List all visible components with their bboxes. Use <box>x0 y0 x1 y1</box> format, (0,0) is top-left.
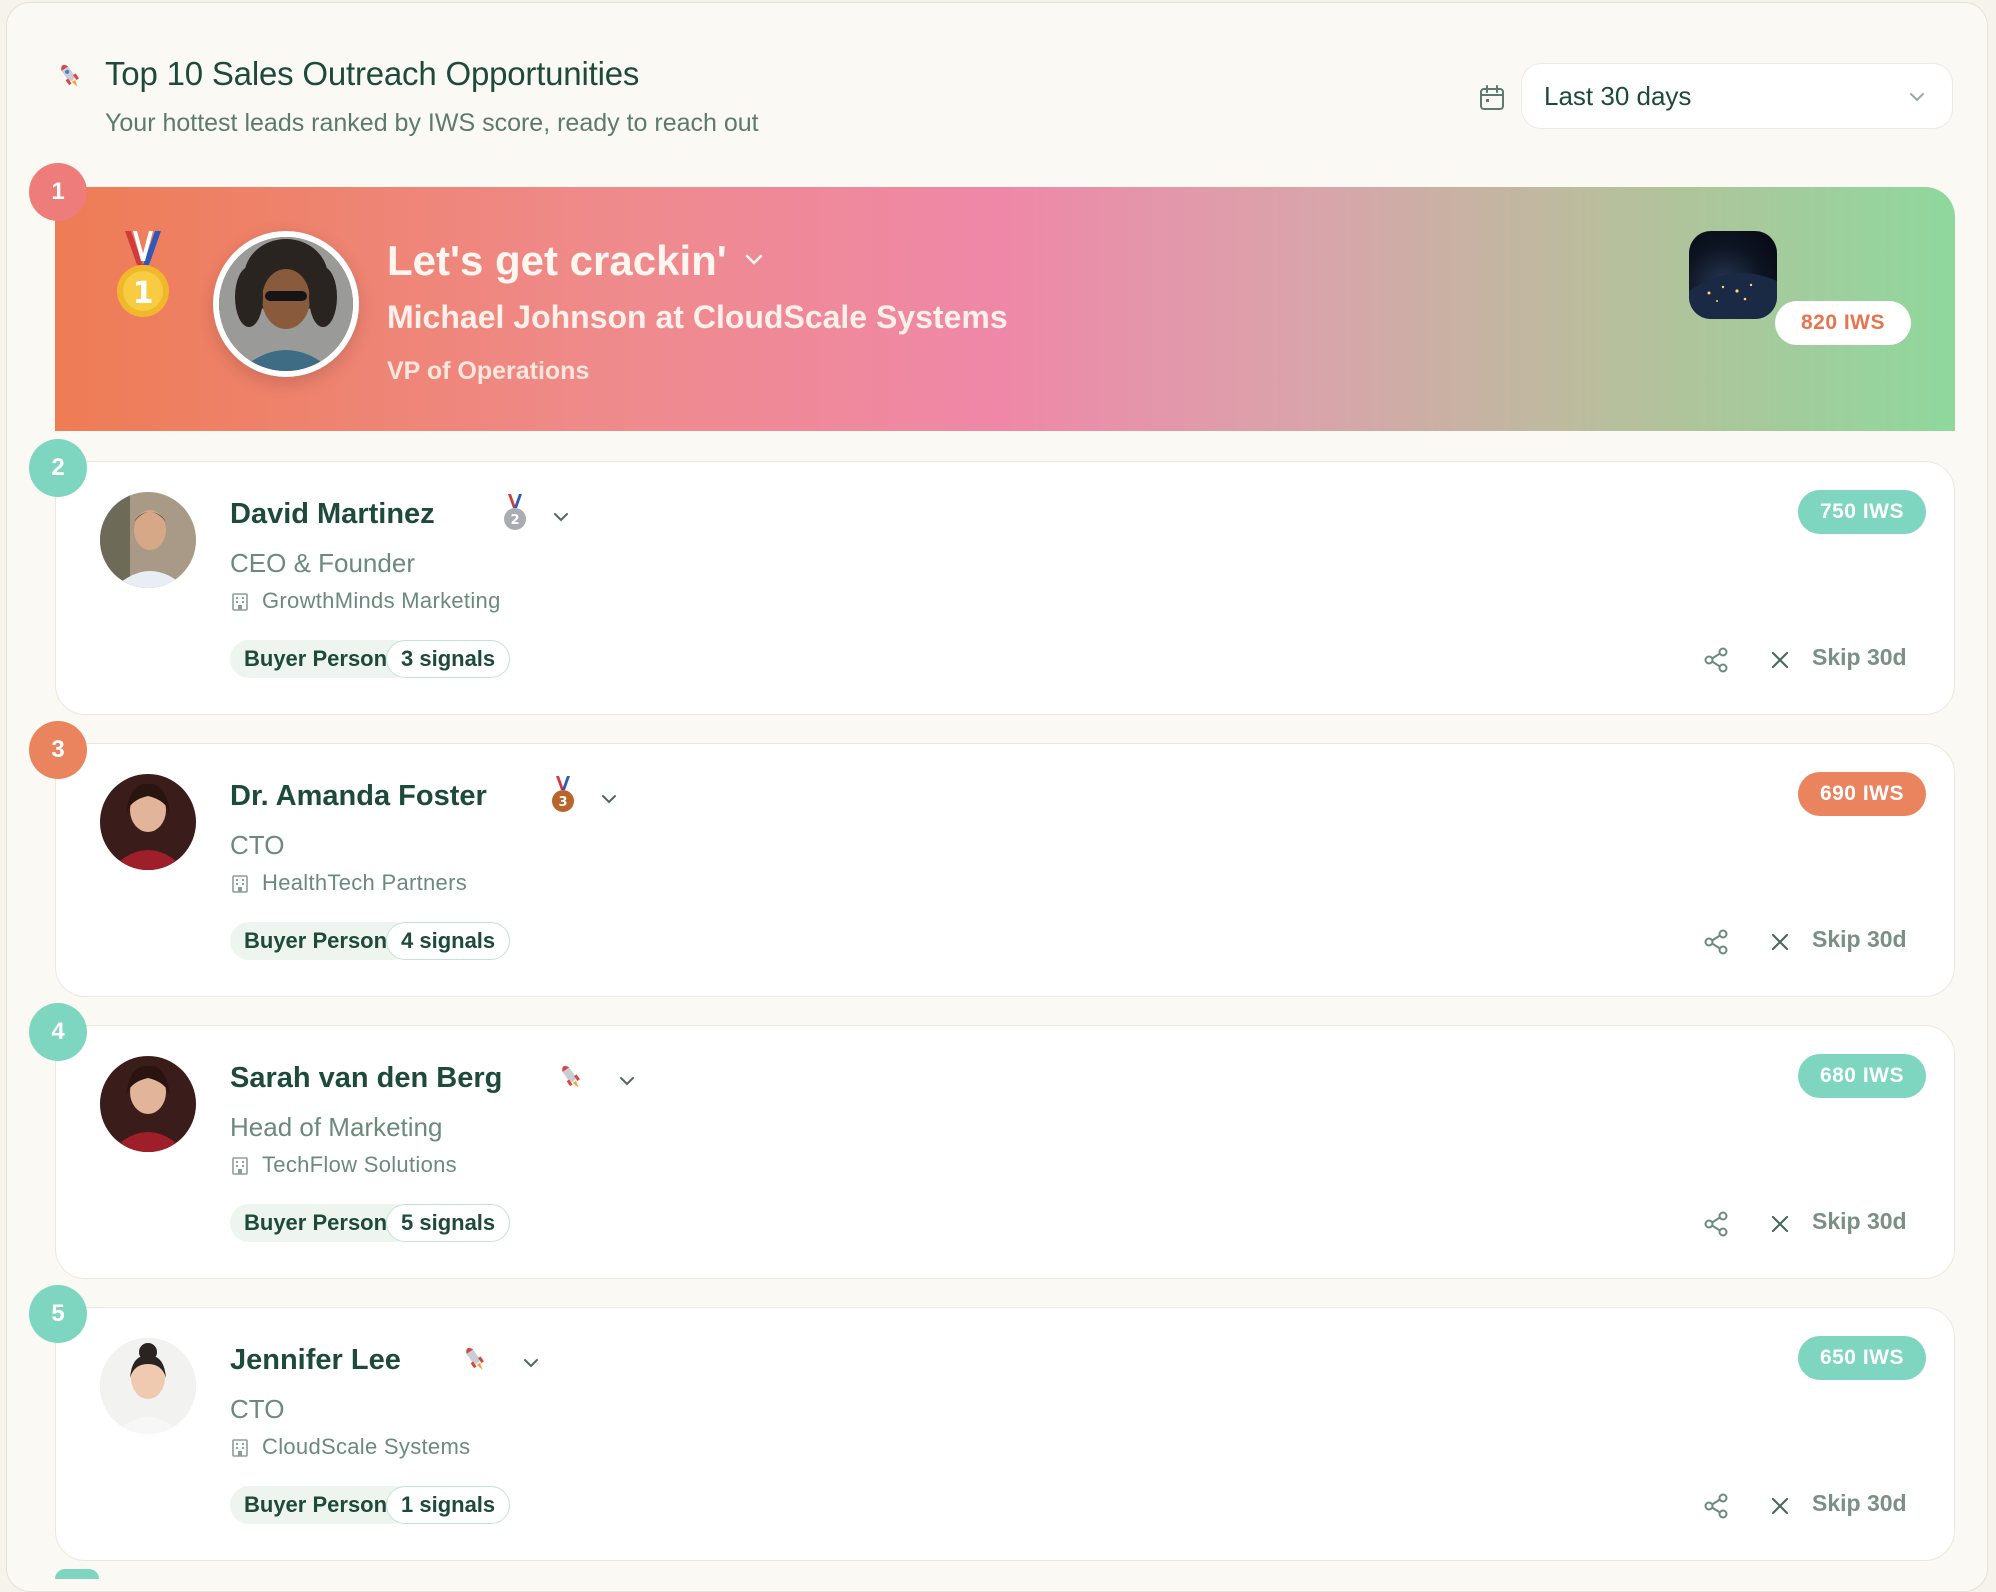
building-icon <box>232 593 248 611</box>
share-icon[interactable] <box>1702 1492 1730 1520</box>
lead-role: CTO <box>230 830 285 860</box>
lead-card[interactable]: Dr. Amanda Foster 3 CTO HealthTech Partn… <box>55 743 1955 997</box>
date-range-value: Last 30 days <box>1544 80 1692 111</box>
rocket-icon <box>60 64 79 87</box>
silver-medal-icon: 2 <box>504 494 526 530</box>
rank-badge: 2 <box>29 439 87 497</box>
lead-name: Sarah van den Berg <box>230 1062 503 1094</box>
lead-card[interactable]: Jennifer Lee CTO CloudScale Systems Buye… <box>55 1307 1955 1561</box>
skip-30d-button[interactable]: Skip 30d <box>1812 926 1907 953</box>
rank-badge: 1 <box>29 163 87 221</box>
iws-score-badge: 680 IWS <box>1797 1054 1926 1098</box>
rank-badge: 5 <box>29 1285 87 1343</box>
lead-company: HealthTech Partners <box>262 870 468 895</box>
top-lead-card[interactable]: 1 Let's get crackin' Michael Johnson at … <box>55 187 1955 431</box>
svg-text:3: 3 <box>558 795 567 810</box>
signals-tag[interactable]: 3 signals <box>386 640 511 678</box>
rank-badge-partial <box>55 1569 99 1579</box>
lead-company: GrowthMinds Marketing <box>262 588 501 613</box>
chevron-down-icon[interactable] <box>520 1352 542 1374</box>
rocket-icon <box>561 1065 580 1088</box>
calendar-icon <box>1480 85 1504 110</box>
lead-name: Dr. Amanda Foster <box>230 780 487 812</box>
skip-30d-button[interactable]: Skip 30d <box>1812 644 1907 671</box>
lead-card[interactable]: Sarah van den Berg Head of Marketing Tec… <box>55 1025 1955 1279</box>
svg-text:1: 1 <box>133 276 154 311</box>
signals-tag[interactable]: 5 signals <box>386 1204 511 1242</box>
avatar <box>100 774 196 870</box>
hero-contact-company: Michael Johnson at CloudScale Systems <box>387 299 1008 335</box>
close-icon[interactable] <box>1768 1494 1792 1518</box>
lead-name: Jennifer Lee <box>230 1344 401 1376</box>
chevron-down-icon[interactable] <box>616 1070 638 1092</box>
svg-text:2: 2 <box>510 513 519 528</box>
lead-name: David Martinez <box>230 498 435 530</box>
close-icon[interactable] <box>1768 1212 1792 1236</box>
signals-tag[interactable]: 1 signals <box>386 1486 511 1524</box>
main-panel: Top 10 Sales Outreach Opportunities Your… <box>6 2 1988 1592</box>
rocket-icon <box>465 1347 484 1370</box>
building-icon <box>232 875 248 893</box>
iws-score-badge: 690 IWS <box>1797 772 1926 816</box>
bronze-medal-icon: 3 <box>552 776 574 812</box>
avatar <box>100 492 196 588</box>
hero-role: VP of Operations <box>387 357 590 385</box>
close-icon[interactable] <box>1768 648 1792 672</box>
skip-30d-button[interactable]: Skip 30d <box>1812 1490 1907 1517</box>
skip-30d-button[interactable]: Skip 30d <box>1812 1208 1907 1235</box>
share-icon[interactable] <box>1702 1210 1730 1238</box>
lead-role: Head of Marketing <box>230 1112 443 1142</box>
avatar <box>100 1338 196 1434</box>
share-icon[interactable] <box>1702 928 1730 956</box>
chevron-down-icon[interactable] <box>550 506 572 528</box>
iws-score-badge: 750 IWS <box>1797 490 1926 534</box>
building-icon <box>232 1157 248 1175</box>
iws-score-badge: 820 IWS <box>1775 301 1911 345</box>
chevron-down-icon[interactable] <box>598 788 620 810</box>
lead-company: CloudScale Systems <box>262 1434 471 1459</box>
rank-badge: 3 <box>29 721 87 779</box>
rank-badge: 4 <box>29 1003 87 1061</box>
close-icon[interactable] <box>1768 930 1792 954</box>
hero-title: Let's get crackin' <box>387 237 727 284</box>
signals-tag[interactable]: 4 signals <box>386 922 511 960</box>
lead-card[interactable]: David Martinez 2 CEO & Founder GrowthMin… <box>55 461 1955 715</box>
avatar <box>100 1056 196 1152</box>
iws-score-badge: 650 IWS <box>1797 1336 1926 1380</box>
company-logo <box>1689 231 1777 319</box>
lead-role: CTO <box>230 1394 285 1424</box>
page-subtitle: Your hottest leads ranked by IWS score, … <box>105 109 759 137</box>
page-header: Top 10 Sales Outreach Opportunities Your… <box>55 53 1955 153</box>
lead-role: CEO & Founder <box>230 548 415 578</box>
lead-company: TechFlow Solutions <box>262 1152 457 1177</box>
chevron-down-icon[interactable] <box>741 247 767 273</box>
chevron-down-icon <box>1910 93 1924 102</box>
date-range-select[interactable]: Last 30 days <box>1521 63 1953 129</box>
share-icon[interactable] <box>1702 646 1730 674</box>
gold-medal-icon: 1 <box>117 231 169 317</box>
avatar <box>213 231 359 377</box>
page-title: Top 10 Sales Outreach Opportunities <box>105 55 640 92</box>
building-icon <box>232 1439 248 1457</box>
